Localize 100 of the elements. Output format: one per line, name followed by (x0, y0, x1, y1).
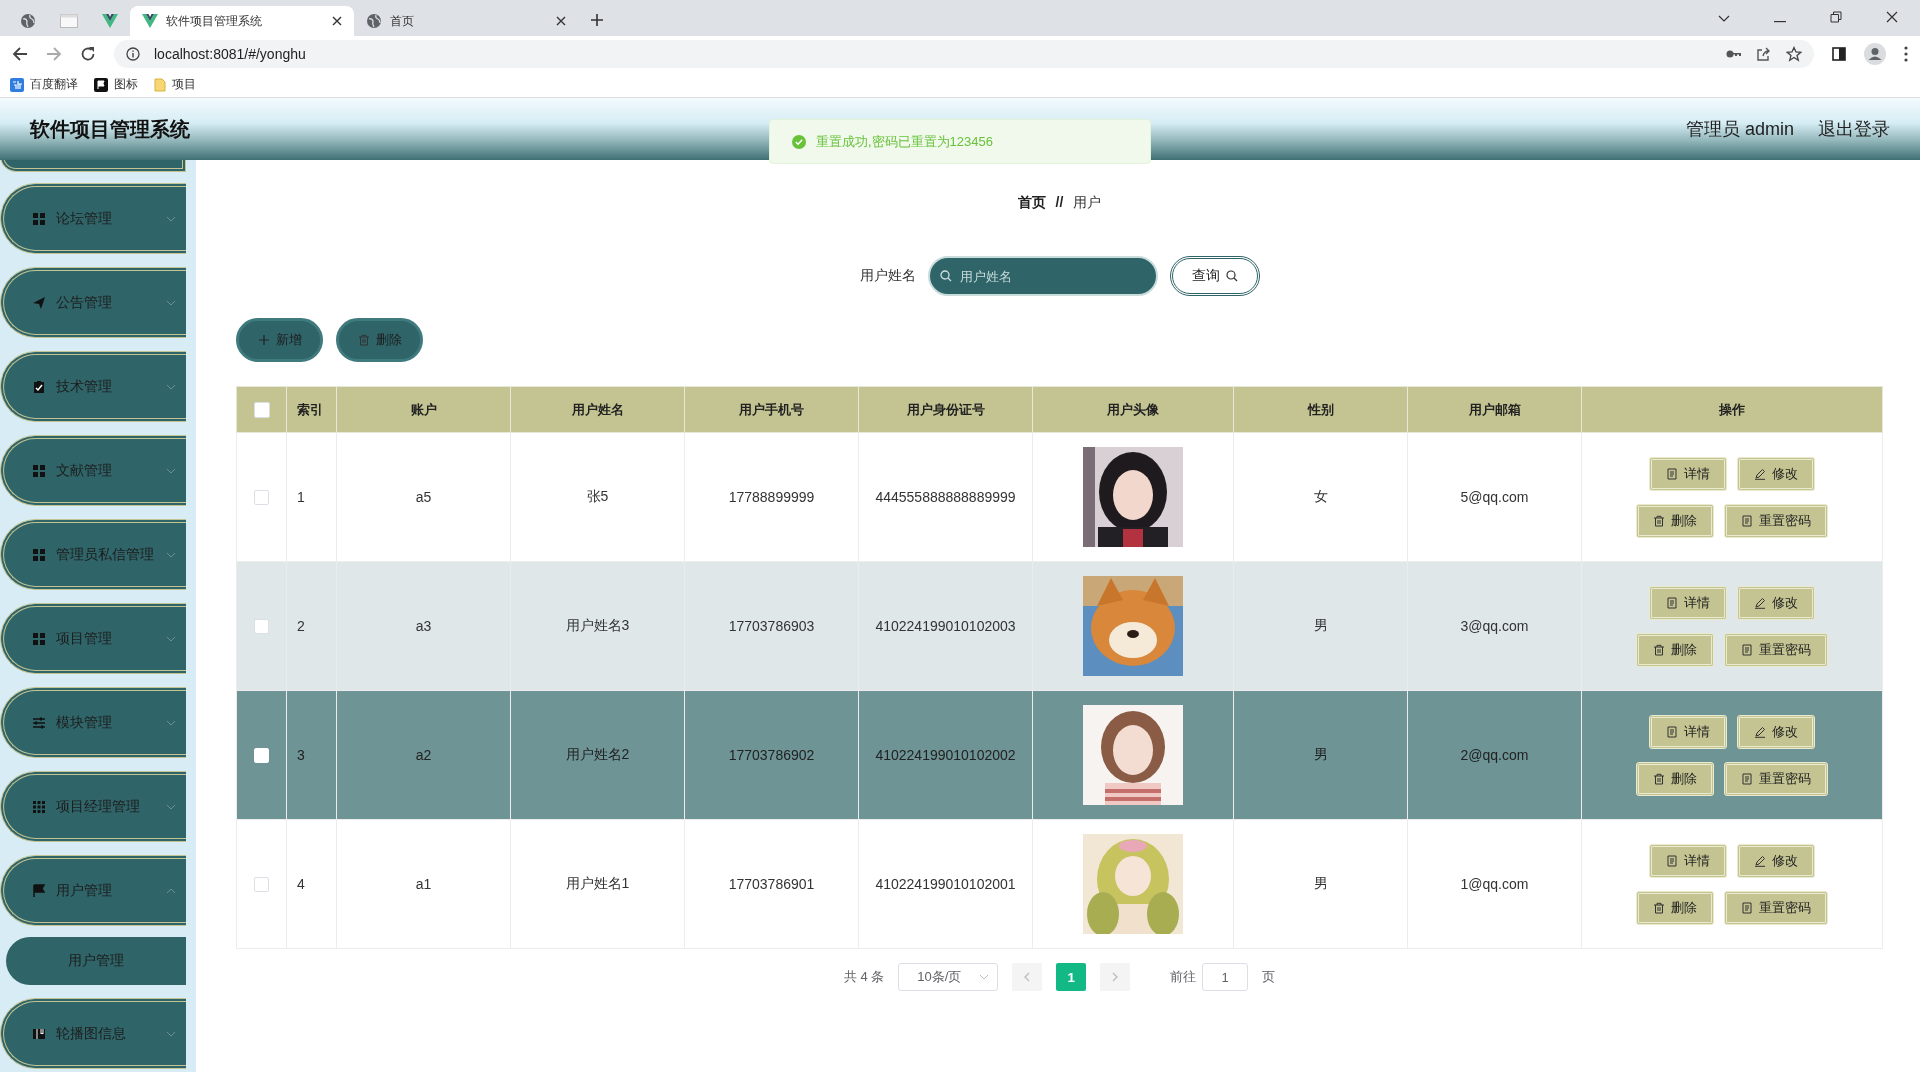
grid-icon (32, 547, 46, 562)
goto-label: 前往 (1170, 968, 1197, 986)
user-name: 管理员 admin (1685, 118, 1794, 141)
table-row[interactable]: 4 a1 用户姓名1 17703786901 410224199010102001 男 1@qq.com 详情 修改 删除 重置密码 (236, 819, 1883, 949)
browser-tab[interactable]: 首页 (354, 6, 578, 36)
document-icon (1741, 772, 1753, 785)
profile-icon[interactable] (1864, 43, 1886, 65)
share-icon[interactable] (1756, 46, 1772, 62)
trash-icon (1653, 901, 1665, 914)
chevron-down-icon (166, 467, 176, 474)
table-cell: 2@qq.com (1407, 690, 1582, 820)
table-row[interactable]: 1 a5 张5 17788899999 444555888888889999 女 5@qq.com 详情 修改 删除 重置密码 (236, 432, 1883, 562)
star-icon[interactable] (1786, 46, 1802, 62)
chevron-down-icon (979, 974, 990, 980)
checkbox[interactable] (253, 401, 270, 418)
back-arrow-icon[interactable] (12, 46, 28, 62)
checkbox[interactable] (254, 619, 269, 635)
table-cell: 女 (1233, 432, 1408, 562)
column-header: 性别 (1233, 386, 1408, 433)
column-header: 账户 (336, 386, 511, 433)
close-icon[interactable] (332, 16, 342, 26)
table-cell: 男 (1233, 561, 1408, 691)
delete-button[interactable]: 删除 (1636, 761, 1714, 796)
side-panel-icon[interactable] (1832, 47, 1846, 61)
table-cell: 用户姓名3 (510, 561, 685, 691)
bookmark[interactable]: 项目 (154, 76, 196, 93)
close-icon[interactable] (1886, 11, 1898, 23)
page-icon (60, 14, 78, 28)
total-count: 共 4 条 (843, 968, 885, 986)
edit-button[interactable]: 修改 (1737, 843, 1815, 878)
details-button[interactable]: 详情 (1649, 843, 1727, 878)
close-icon[interactable] (556, 16, 566, 26)
bookmark[interactable]: 图标 (94, 76, 138, 93)
logout-link[interactable]: 退出登录 (1818, 117, 1890, 141)
table-cell: 张5 (510, 432, 685, 562)
document-icon (1741, 643, 1753, 656)
reset-password-button[interactable]: 重置密码 (1724, 890, 1828, 925)
menu-item[interactable] (0, 160, 186, 172)
table-cell: 1 (286, 432, 337, 562)
table-cell: 17703786903 (684, 561, 859, 691)
book-icon (32, 1026, 46, 1041)
key-icon[interactable] (1726, 49, 1742, 59)
table-cell: 4 (286, 819, 337, 949)
browser-tab[interactable]: 软件项目管理系统 (130, 6, 354, 36)
table-cell: 17703786901 (684, 819, 859, 949)
table-cell: 3 (286, 690, 337, 820)
table-cell: a1 (336, 819, 511, 949)
checkbox[interactable] (254, 490, 269, 506)
globe-icon (366, 13, 382, 29)
checkbox[interactable] (254, 877, 269, 893)
search-button[interactable]: 查询 (1169, 256, 1260, 296)
chevron-down-icon (166, 1030, 176, 1037)
toast-message: 重置成功,密码已重置为123456 (816, 132, 993, 151)
minimize-icon[interactable] (1774, 21, 1786, 23)
chevron-down-icon[interactable] (1718, 15, 1730, 23)
document-icon (1666, 596, 1678, 609)
plus-icon[interactable] (590, 13, 604, 27)
trash-icon (1653, 772, 1665, 785)
column-header: 用户手机号 (684, 386, 859, 433)
breadcrumb-item: 用户 (1073, 194, 1102, 212)
details-button[interactable]: 详情 (1649, 714, 1727, 749)
folder-icon (154, 77, 166, 92)
sliders-icon (32, 715, 46, 730)
table-row[interactable]: 3 a2 用户姓名2 17703786902 410224199010102002 男 2@qq.com 详情 修改 删除 重置密码 (236, 690, 1883, 820)
reset-password-button[interactable]: 重置密码 (1724, 503, 1828, 538)
page-input[interactable]: 1 (1202, 963, 1249, 991)
clipboard-icon (32, 379, 46, 394)
edit-button[interactable]: 修改 (1737, 456, 1815, 491)
grid-icon (32, 799, 46, 814)
details-button[interactable]: 详情 (1649, 585, 1727, 620)
edit-button[interactable]: 修改 (1737, 714, 1815, 749)
breadcrumb-item[interactable]: 首页 (1017, 194, 1046, 212)
reload-icon[interactable] (80, 46, 96, 62)
column-header: 索引 (286, 386, 337, 433)
column-header: 用户身份证号 (858, 386, 1033, 433)
delete-button[interactable]: 删除 (1636, 503, 1714, 538)
search-field[interactable]: 用户姓名 (927, 256, 1158, 296)
address-bar[interactable]: localhost:8081/#/yonghu (114, 40, 1814, 68)
table-cell: 17703786902 (684, 690, 859, 820)
reset-password-button[interactable]: 重置密码 (1724, 761, 1828, 796)
table-row[interactable]: 2 a3 用户姓名3 17703786903 410224199010102003 男 3@qq.com 详情 修改 删除 重置密码 (236, 561, 1883, 691)
reset-password-button[interactable]: 重置密码 (1724, 632, 1828, 667)
bookmark[interactable]: 百度翻译 (10, 76, 78, 93)
details-button[interactable]: 详情 (1649, 456, 1727, 491)
pencil-icon (1754, 854, 1766, 867)
restore-icon[interactable] (1830, 11, 1842, 23)
page-size-select[interactable]: 10条/页 (898, 963, 999, 991)
table-cell: 1@qq.com (1407, 819, 1582, 949)
plus-icon (257, 334, 270, 346)
trash-icon (1653, 514, 1665, 527)
table-cell: a2 (336, 690, 511, 820)
table-cell: 410224199010102003 (858, 561, 1033, 691)
table-cell: 男 (1233, 819, 1408, 949)
paper-plane-icon (32, 295, 46, 310)
more-icon[interactable] (1904, 46, 1908, 62)
grid-icon (32, 463, 46, 478)
edit-button[interactable]: 修改 (1737, 585, 1815, 620)
delete-button[interactable]: 删除 (1636, 632, 1714, 667)
table-cell: 男 (1233, 690, 1408, 820)
delete-button[interactable]: 删除 (1636, 890, 1714, 925)
